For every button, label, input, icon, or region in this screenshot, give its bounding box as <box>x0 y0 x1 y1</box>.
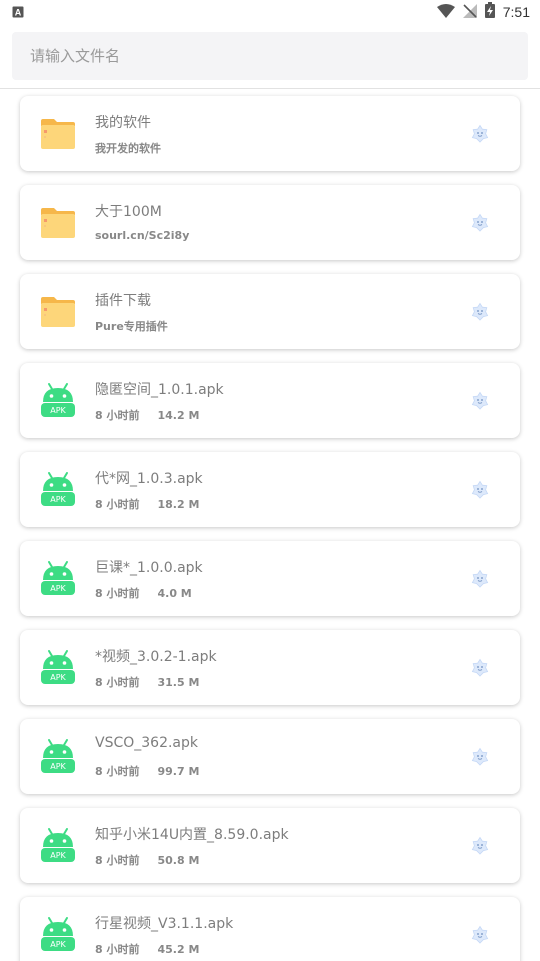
apk-android-icon: APK <box>39 915 77 953</box>
file-size: 99.7 M <box>157 765 200 778</box>
file-list-item[interactable]: 我的软件我开发的软件 <box>20 96 520 171</box>
item-action-icon[interactable] <box>470 747 490 767</box>
item-action-icon[interactable] <box>470 836 490 856</box>
apk-android-icon: APK <box>39 470 77 508</box>
file-size: 31.5 M <box>157 676 200 689</box>
file-modified-time: 8 小时前 <box>95 943 140 956</box>
file-meta: 我开发的软件 <box>95 140 161 156</box>
file-list-item[interactable]: 插件下载 Pure专用插件 <box>20 274 520 349</box>
file-modified-time: 8 小时前 <box>95 676 140 689</box>
item-action-icon[interactable] <box>470 124 490 144</box>
file-size: 50.8 M <box>157 854 200 867</box>
file-meta: 8 小时前 50.8 M <box>95 852 199 868</box>
file-list-item[interactable]: APK 隐匿空间_1.0.1.apk 8 小时前 14.2 M <box>20 363 520 438</box>
file-list-item[interactable]: APK VSCO_362.apk 8 小时前 99.7 M <box>20 719 520 794</box>
file-meta: 8 小时前 18.2 M <box>95 496 199 512</box>
svg-text:A: A <box>15 7 22 17</box>
file-meta: sourl.cn/Sc2i8y <box>95 229 189 242</box>
file-name: 隐匿空间_1.0.1.apk <box>95 382 224 398</box>
apk-android-icon: APK <box>39 648 77 686</box>
file-list-item[interactable]: APK 行星视频_V3.1.1.apk 8 小时前 45.2 M <box>20 897 520 961</box>
file-list-item[interactable]: APK 代*网_1.0.3.apk 8 小时前 18.2 M <box>20 452 520 527</box>
search-bar[interactable] <box>12 32 528 80</box>
apk-badge-label: APK <box>50 940 66 949</box>
item-action-icon[interactable] <box>470 925 490 945</box>
status-bar: A 7:51 <box>0 0 540 24</box>
file-meta: 8 小时前 4.0 M <box>95 585 192 601</box>
file-size: 45.2 M <box>157 943 200 956</box>
apk-badge-label: APK <box>50 584 66 593</box>
folder-icon <box>39 292 77 330</box>
file-subtitle: 我开发的软件 <box>95 142 161 155</box>
file-size: 18.2 M <box>157 498 200 511</box>
file-subtitle: Pure专用插件 <box>95 320 168 333</box>
file-list-item[interactable]: APK *视频_3.0.2-1.apk 8 小时前 31.5 M <box>20 630 520 705</box>
file-modified-time: 8 小时前 <box>95 498 140 511</box>
apk-android-icon: APK <box>39 381 77 419</box>
file-name: *视频_3.0.2-1.apk <box>95 649 217 665</box>
item-action-icon[interactable] <box>470 302 490 322</box>
item-action-icon[interactable] <box>470 391 490 411</box>
file-meta: 8 小时前 99.7 M <box>95 763 199 779</box>
file-size: 4.0 M <box>157 587 192 600</box>
item-action-icon[interactable] <box>470 658 490 678</box>
item-action-icon[interactable] <box>470 569 490 589</box>
file-modified-time: 8 小时前 <box>95 409 140 422</box>
apk-badge-label: APK <box>50 762 66 771</box>
battery-charging-icon <box>484 2 495 22</box>
wifi-icon <box>436 3 455 22</box>
file-name: VSCO_362.apk <box>95 735 199 751</box>
file-size: 14.2 M <box>157 409 200 422</box>
file-meta: Pure专用插件 <box>95 318 168 334</box>
apk-badge-label: APK <box>50 495 66 504</box>
item-action-icon[interactable] <box>470 480 490 500</box>
folder-icon <box>39 114 77 152</box>
apk-android-icon: APK <box>39 826 77 864</box>
file-meta: 8 小时前 45.2 M <box>95 941 199 957</box>
file-modified-time: 8 小时前 <box>95 854 140 867</box>
file-modified-time: 8 小时前 <box>95 587 140 600</box>
apk-badge-label: APK <box>50 851 66 860</box>
search-input[interactable] <box>28 46 528 66</box>
apk-android-icon: APK <box>39 737 77 775</box>
file-name: 行星视频_V3.1.1.apk <box>95 916 234 932</box>
apk-badge-label: APK <box>50 673 66 682</box>
file-list-item[interactable]: APK 知乎小米14U内置_8.59.0.apk 8 小时前 50.8 M <box>20 808 520 883</box>
file-meta: 8 小时前 31.5 M <box>95 674 199 690</box>
file-subtitle: sourl.cn/Sc2i8y <box>95 229 190 242</box>
clock: 7:51 <box>502 4 530 20</box>
apk-android-icon: APK <box>39 559 77 597</box>
file-list-item[interactable]: APK 巨课*_1.0.0.apk 8 小时前 4.0 M <box>20 541 520 616</box>
file-name: 代*网_1.0.3.apk <box>95 471 203 487</box>
file-meta: 8 小时前 14.2 M <box>95 407 199 423</box>
file-list-item[interactable]: 大于100M sourl.cn/Sc2i8y <box>20 185 520 260</box>
notification-a-icon: A <box>12 3 24 22</box>
no-signal-icon <box>462 3 477 22</box>
file-modified-time: 8 小时前 <box>95 765 140 778</box>
file-name: 我的软件 <box>95 115 151 131</box>
apk-badge-label: APK <box>50 406 66 415</box>
file-name: 大于100M <box>95 204 162 220</box>
item-action-icon[interactable] <box>470 213 490 233</box>
file-name: 巨课*_1.0.0.apk <box>95 560 203 576</box>
file-name: 插件下载 <box>95 293 151 309</box>
folder-icon <box>39 203 77 241</box>
file-list[interactable]: 我的软件我开发的软件 大于100M sourl.cn/Sc2i8y 插件下载 Pur… <box>0 88 540 961</box>
file-name: 知乎小米14U内置_8.59.0.apk <box>95 827 289 843</box>
